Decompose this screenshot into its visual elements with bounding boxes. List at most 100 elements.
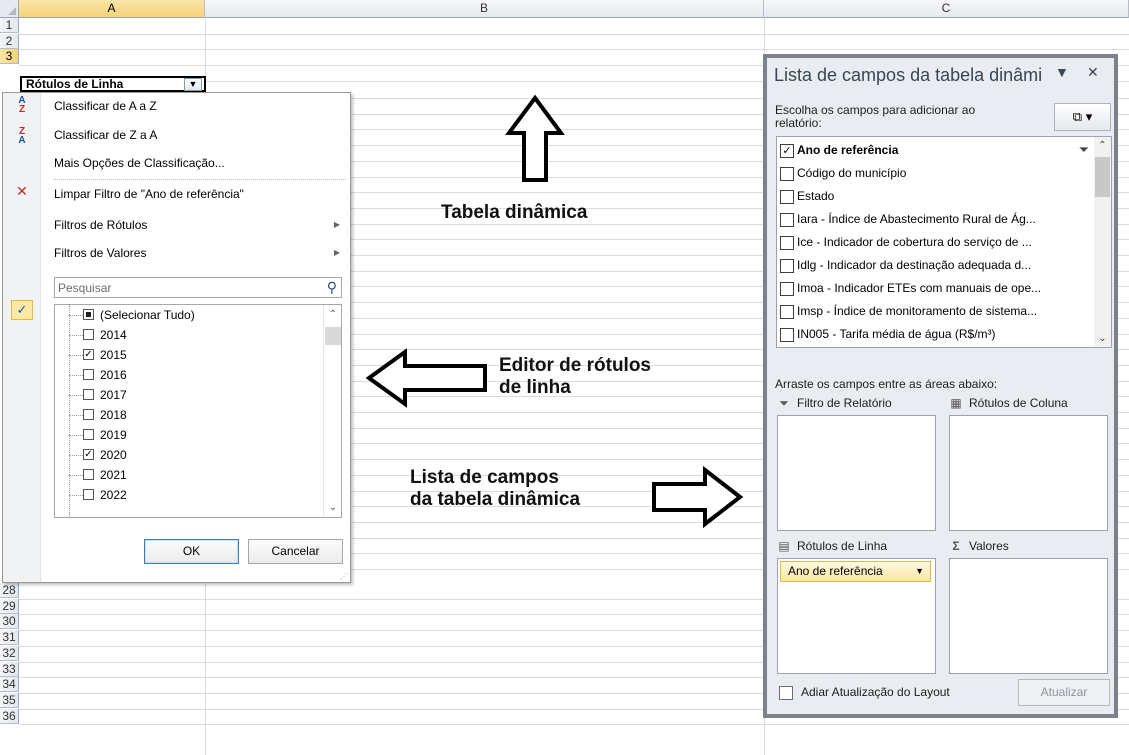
- defer-update-checkbox[interactable]: Adiar Atualização do Layout: [779, 685, 950, 700]
- year-checkbox-item[interactable]: 2014: [69, 325, 319, 345]
- field-item[interactable]: Iara - Índice de Abastecimento Rural de …: [780, 208, 1078, 231]
- field-item[interactable]: Imoa - Indicador ETEs com manuais de ope…: [780, 277, 1078, 300]
- chevron-down-icon[interactable]: ▼: [915, 562, 924, 581]
- scroll-down-icon[interactable]: ⌄: [1094, 333, 1111, 344]
- field-checkbox[interactable]: [780, 281, 794, 296]
- year-checkbox-item[interactable]: 2019: [69, 425, 319, 445]
- field-item[interactable]: Estado: [780, 185, 1078, 208]
- row-labels-area[interactable]: Ano de referência ▼: [777, 558, 936, 674]
- report-filter-area[interactable]: [777, 415, 936, 531]
- row-header[interactable]: 2: [0, 33, 19, 49]
- drag-fields-instruction: Arraste os campos entre as áreas abaixo:: [775, 377, 998, 391]
- year-checkbox[interactable]: [83, 409, 94, 420]
- year-checkbox-list[interactable]: (Selecionar Tudo) 2014 ✓ 2015 2016 2017 2018 2…: [54, 304, 342, 518]
- value-filters-item[interactable]: Filtros de Valores ▶: [54, 242, 344, 264]
- select-all-corner[interactable]: [0, 0, 19, 18]
- cancel-button[interactable]: Cancelar: [248, 539, 343, 564]
- column-header-b[interactable]: B: [205, 0, 764, 18]
- label-filters-item[interactable]: Filtros de Rótulos ▶: [54, 214, 344, 236]
- year-checkbox-item[interactable]: 2022: [69, 485, 319, 505]
- row-header[interactable]: 32: [0, 645, 19, 661]
- year-checkbox[interactable]: ✓: [83, 349, 94, 360]
- close-icon[interactable]: ✕: [1087, 64, 1099, 81]
- field-checkbox[interactable]: [780, 235, 794, 250]
- scroll-up-icon[interactable]: ⌃: [324, 309, 341, 320]
- field-checkbox-list[interactable]: ✓ Ano de referência Código do município Est…: [776, 136, 1112, 348]
- row-header[interactable]: 31: [0, 630, 19, 646]
- scroll-thumb[interactable]: [325, 327, 341, 345]
- year-checkbox[interactable]: [83, 429, 94, 440]
- year-checkbox-item[interactable]: 2018: [69, 405, 319, 425]
- field-item[interactable]: Idlg - Indicador da destinação adequada …: [780, 254, 1078, 277]
- resize-grip-icon[interactable]: ⋰: [340, 572, 348, 581]
- row-label-editor-annotation: Editor de rótulos de linha: [499, 355, 651, 398]
- pane-options-icon[interactable]: ▼: [1055, 64, 1069, 80]
- row-field-chip[interactable]: Ano de referência ▼: [780, 561, 931, 582]
- filter-dropdown-button[interactable]: ▼: [184, 78, 202, 91]
- pane-title: Lista de campos da tabela dinâmi: [774, 65, 1043, 85]
- scroll-down-icon[interactable]: ⌄: [324, 502, 341, 513]
- field-checkbox[interactable]: ✓: [780, 143, 794, 158]
- funnel-icon: ⏷: [779, 396, 789, 410]
- year-checkbox[interactable]: [83, 329, 94, 340]
- year-checkbox[interactable]: [83, 489, 94, 500]
- year-checkbox-item[interactable]: ✓ 2020: [69, 445, 319, 465]
- sort-az-icon: AZ: [18, 95, 26, 115]
- values-area[interactable]: [949, 558, 1108, 674]
- row-labels-cell[interactable]: Rótulos de Linha ▼: [20, 76, 206, 92]
- year-checkbox-item[interactable]: 2016: [69, 365, 319, 385]
- row-header[interactable]: 29: [0, 598, 19, 614]
- pivot-table-annotation: Tabela dinâmica: [441, 202, 588, 223]
- field-item[interactable]: Imsp - Índice de monitoramento de sistem…: [780, 300, 1078, 323]
- year-checkbox[interactable]: [83, 389, 94, 400]
- row-header[interactable]: 3: [0, 49, 19, 65]
- clear-filter-item[interactable]: Limpar Filtro de "Ano de referência": [54, 183, 344, 205]
- year-checkbox[interactable]: ✓: [83, 449, 94, 460]
- field-checkbox[interactable]: [780, 258, 794, 273]
- field-checkbox[interactable]: [780, 327, 794, 342]
- field-checkbox[interactable]: [780, 166, 794, 181]
- column-labels-text: Rótulos de Coluna: [969, 396, 1068, 410]
- column-header-a[interactable]: A: [19, 0, 205, 18]
- search-input[interactable]: Pesquisar ⚲: [54, 277, 342, 298]
- list-scrollbar[interactable]: ⌃ ⌄: [323, 305, 341, 517]
- sort-z-to-a-item[interactable]: Classificar de Z a A: [54, 124, 344, 146]
- field-item[interactable]: Ice - Indicador de cobertura do serviço …: [780, 231, 1078, 254]
- scroll-thumb[interactable]: [1095, 157, 1110, 197]
- field-label: Imsp - Índice de monitoramento de sistem…: [797, 304, 1038, 318]
- year-checkbox-item[interactable]: ✓ 2015: [69, 345, 319, 365]
- field-label: Idlg - Indicador da destinação adequada …: [797, 258, 1032, 272]
- row-field-chip-label: Ano de referência: [788, 564, 883, 578]
- column-header-c[interactable]: C: [764, 0, 1129, 18]
- field-item[interactable]: ✓ Ano de referência: [780, 139, 1078, 162]
- grid-line: [19, 33, 1129, 35]
- ok-button[interactable]: OK: [144, 539, 239, 564]
- layout-options-button[interactable]: ⧉ ▾: [1054, 103, 1111, 131]
- field-checkbox[interactable]: [780, 189, 794, 204]
- row-header[interactable]: 28: [0, 583, 19, 598]
- more-sort-options-item[interactable]: Mais Opções de Classificação...: [54, 152, 344, 174]
- defer-update-box[interactable]: [779, 685, 793, 700]
- year-checkbox-item[interactable]: 2017: [69, 385, 319, 405]
- year-checkbox[interactable]: [83, 469, 94, 480]
- row-header[interactable]: 1: [0, 18, 19, 33]
- update-button[interactable]: Atualizar: [1018, 679, 1110, 706]
- row-header[interactable]: 36: [0, 708, 19, 724]
- field-item[interactable]: Código do município: [780, 162, 1078, 185]
- row-header[interactable]: 30: [0, 614, 19, 630]
- year-label: 2016: [100, 368, 127, 382]
- sort-a-to-z-item[interactable]: Classificar de A a Z: [54, 95, 344, 117]
- scroll-up-icon[interactable]: ⌃: [1094, 140, 1111, 151]
- row-header[interactable]: 35: [0, 692, 19, 708]
- row-header[interactable]: 34: [0, 677, 19, 693]
- field-list-scrollbar[interactable]: ⌃ ⌄: [1094, 137, 1111, 347]
- field-checkbox[interactable]: [780, 212, 794, 227]
- select-all-box[interactable]: [83, 309, 94, 320]
- year-checkbox-item[interactable]: 2021: [69, 465, 319, 485]
- field-item[interactable]: IN005 - Tarifa média de água (R$/m³): [780, 323, 1078, 346]
- year-checkbox[interactable]: [83, 369, 94, 380]
- column-labels-area[interactable]: [949, 415, 1108, 531]
- row-header[interactable]: 33: [0, 661, 19, 677]
- select-all-checkbox[interactable]: (Selecionar Tudo): [69, 305, 319, 325]
- field-checkbox[interactable]: [780, 304, 794, 319]
